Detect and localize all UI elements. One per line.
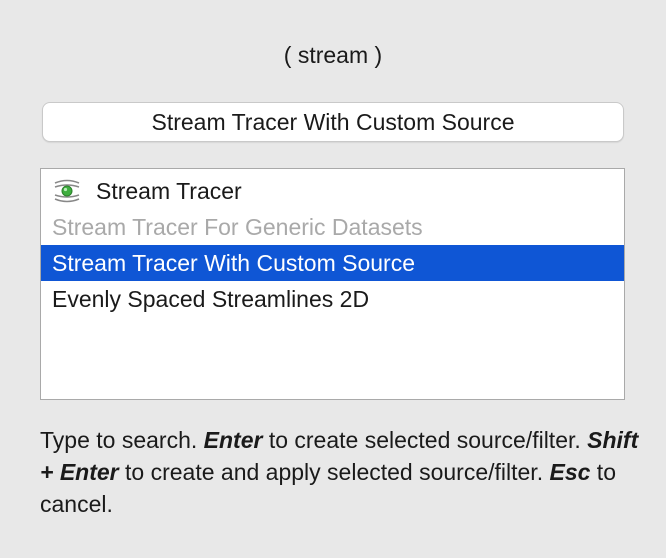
list-item-stream-tracer-custom-source[interactable]: Stream Tracer With Custom Source xyxy=(41,245,624,281)
list-item-label: Evenly Spaced Streamlines 2D xyxy=(52,286,370,312)
stream-tracer-icon xyxy=(54,179,80,203)
enter-key-hint: Enter xyxy=(203,427,263,453)
help-text: Type to search. Enter to create selected… xyxy=(40,424,640,520)
esc-key-hint: Esc xyxy=(549,459,591,485)
list-item-label: Stream Tracer With Custom Source xyxy=(52,250,415,276)
filter-list[interactable]: Stream Tracer Stream Tracer For Generic … xyxy=(40,168,625,400)
list-item-evenly-spaced-streamlines[interactable]: Evenly Spaced Streamlines 2D xyxy=(41,281,624,317)
help-text-part: Type to search. xyxy=(40,427,204,453)
search-input[interactable]: Stream Tracer With Custom Source xyxy=(42,102,624,142)
list-item-stream-tracer-generic: Stream Tracer For Generic Datasets xyxy=(41,209,624,245)
list-item-label: Stream Tracer For Generic Datasets xyxy=(52,214,423,240)
search-query-label: ( stream ) xyxy=(283,42,383,68)
quick-launch-dialog: ( stream ) Stream Tracer With Custom Sou… xyxy=(0,0,666,558)
list-item-stream-tracer[interactable]: Stream Tracer xyxy=(41,173,624,209)
list-item-label: Stream Tracer xyxy=(96,178,242,204)
help-text-part: to create and apply selected source/filt… xyxy=(118,459,550,485)
help-text-part: to create selected source/filter. xyxy=(262,427,588,453)
